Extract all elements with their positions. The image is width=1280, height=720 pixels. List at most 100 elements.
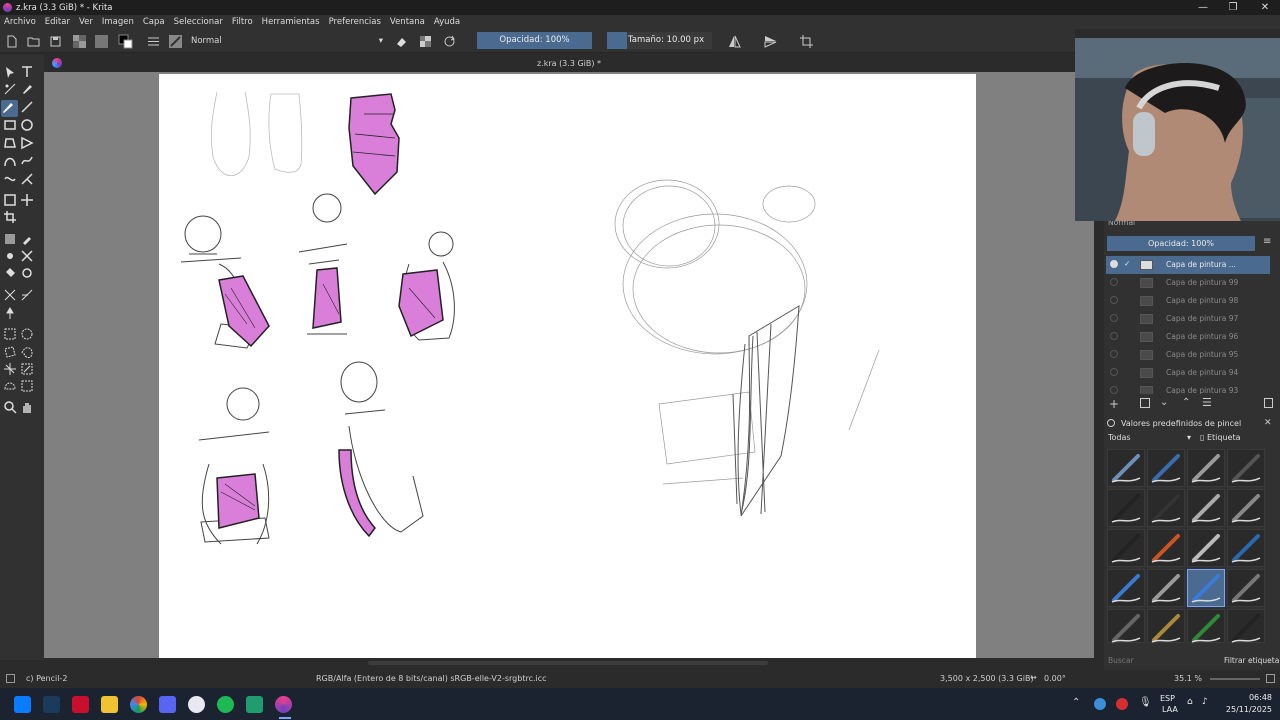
measure-tool-icon[interactable] [3, 288, 17, 302]
assistant-tool-icon[interactable] [20, 249, 34, 263]
brush-preset-thumbnail[interactable] [1227, 569, 1265, 607]
brush-preset-thumbnail[interactable] [1227, 449, 1265, 487]
alpha-lock-icon[interactable] [418, 34, 433, 49]
brush-preset-thumbnail[interactable] [1147, 609, 1185, 643]
move-layer-down-icon[interactable]: ⌄ [1160, 397, 1168, 408]
clock-time[interactable]: 06:48 [1222, 693, 1272, 702]
status-zoom[interactable]: 35.1 % [1174, 674, 1202, 683]
transform-tool-icon[interactable] [3, 193, 17, 207]
calligraphy-icon[interactable] [20, 82, 34, 96]
blend-mode-select[interactable]: Normal ▾ [187, 33, 387, 49]
polyline-tool-icon[interactable] [20, 136, 34, 150]
select-shapes-icon[interactable] [3, 65, 17, 79]
discord-icon[interactable] [159, 696, 176, 713]
layer-item[interactable]: Capa de pintura 98 [1106, 292, 1270, 310]
text-tool-icon[interactable] [20, 65, 34, 79]
size-slider[interactable]: Tamaño: 10.00 px [607, 32, 712, 49]
pan-tool-icon[interactable] [20, 400, 34, 414]
menu-preferencias[interactable]: Preferencias [329, 17, 381, 27]
check-icon[interactable]: ✓ [1124, 259, 1130, 268]
chrome-icon[interactable] [130, 696, 147, 713]
volume-icon[interactable]: ♪ [1202, 697, 1208, 707]
steam-icon[interactable] [43, 696, 60, 713]
menu-ver[interactable]: Ver [79, 17, 93, 27]
layer-item[interactable]: Capa de pintura 93 [1106, 382, 1270, 394]
eye-icon[interactable] [1110, 386, 1118, 394]
brush-preset-thumbnail[interactable] [1107, 489, 1145, 527]
layer-item[interactable]: Capa de pintura 97 [1106, 310, 1270, 328]
brush-preset-thumbnail[interactable] [1227, 609, 1265, 643]
status-brush[interactable]: c) Pencil-2 [26, 674, 67, 683]
brush-filter-select[interactable]: Todas ▾ [1108, 433, 1193, 445]
ellipse-select-icon[interactable] [20, 327, 34, 341]
multibrush-icon[interactable] [20, 172, 34, 186]
pin-tool-icon[interactable] [3, 306, 17, 320]
fill-tool-icon[interactable] [3, 266, 17, 280]
layer-item[interactable]: Capa de pintura 95 [1106, 346, 1270, 364]
brush-preset-thumbnail[interactable] [1107, 609, 1145, 643]
layer-item[interactable]: ✓ Capa de pintura ... [1106, 256, 1270, 274]
layer-item[interactable]: Capa de pintura 94 [1106, 364, 1270, 382]
mirror-horizontal-icon[interactable] [727, 34, 742, 49]
eye-icon[interactable] [1110, 368, 1118, 376]
menu-seleccionar[interactable]: Seleccionar [174, 17, 223, 27]
eye-icon[interactable] [1110, 350, 1118, 358]
polygon-tool-icon[interactable] [3, 136, 17, 150]
fit-icon[interactable] [1266, 674, 1275, 683]
brush-preset-thumbnail[interactable] [1187, 489, 1225, 527]
eye-icon[interactable] [1110, 296, 1118, 304]
rectangle-tool-icon[interactable] [3, 118, 17, 132]
document-tab[interactable]: z.kra (3.3 GiB) * [44, 55, 1094, 72]
line-tool-icon[interactable] [20, 100, 34, 114]
save-document-icon[interactable] [48, 34, 63, 49]
duplicate-layer-icon[interactable] [1140, 398, 1150, 408]
brush-preset-thumbnail[interactable] [1227, 529, 1265, 567]
status-color-space[interactable]: RGB/Alfa (Entero de 8 bits/canal) sRGB-e… [316, 674, 547, 683]
dynamic-brush-icon[interactable] [3, 172, 17, 186]
reference-tool-icon[interactable] [20, 288, 34, 302]
freehand-path-icon[interactable] [20, 154, 34, 168]
menu-filtro[interactable]: Filtro [232, 17, 253, 27]
move-layer-up-icon[interactable]: ⌃ [1182, 397, 1190, 408]
freehand-select-icon[interactable] [20, 345, 34, 359]
mirror-vertical-icon[interactable] [763, 34, 778, 49]
menu-ayuda[interactable]: Ayuda [434, 17, 460, 27]
menu-archivo[interactable]: Archivo [4, 17, 36, 27]
enclose-fill-icon[interactable] [20, 266, 34, 280]
contiguous-select-icon[interactable] [3, 362, 17, 376]
eraser-icon[interactable] [394, 34, 409, 49]
bezier-select-icon[interactable] [3, 379, 17, 393]
menu-imagen[interactable]: Imagen [102, 17, 134, 27]
layer-properties-icon[interactable]: ☰ [1202, 396, 1212, 409]
polygon-select-icon[interactable] [3, 345, 17, 359]
bezier-tool-icon[interactable] [3, 154, 17, 168]
minimize-button[interactable]: — [1188, 0, 1218, 15]
whatsapp-icon[interactable] [246, 696, 263, 713]
status-dimensions[interactable]: 3,500 x 2,500 (3.3 GiB) [940, 674, 1034, 683]
eye-icon[interactable] [1110, 278, 1118, 286]
eye-icon[interactable] [1110, 314, 1118, 322]
keyboard-layout[interactable]: LAA [1162, 705, 1178, 714]
file-explorer-icon[interactable] [101, 696, 118, 713]
brush-preset-icon[interactable] [168, 34, 183, 49]
microphone-icon[interactable]: 🎙 [1139, 697, 1152, 708]
brush-preset-thumbnail[interactable] [1147, 449, 1185, 487]
gradient-tool-icon[interactable] [3, 232, 17, 246]
drawing-canvas[interactable] [159, 74, 976, 658]
brush-preset-thumbnail[interactable] [1107, 529, 1145, 567]
similar-select-icon[interactable] [20, 362, 34, 376]
brush-preset-thumbnail[interactable] [1107, 449, 1145, 487]
brush-preset-thumbnail[interactable] [1147, 529, 1185, 567]
clock-date[interactable]: 25/11/2025 [1222, 705, 1272, 714]
capcut-icon[interactable] [72, 696, 89, 713]
eye-icon[interactable] [1110, 332, 1118, 340]
layer-item[interactable]: Capa de pintura 99 [1106, 274, 1270, 292]
smart-patch-icon[interactable] [3, 249, 17, 263]
filter-tag-button[interactable]: Filtrar etiqueta [1224, 656, 1279, 665]
rect-select-icon[interactable] [3, 327, 17, 341]
brush-preset-thumbnail[interactable] [1187, 609, 1225, 643]
tray-chevron-icon[interactable]: ⌃ [1072, 697, 1080, 708]
brush-preset-thumbnail[interactable] [1227, 489, 1265, 527]
open-document-icon[interactable] [26, 34, 41, 49]
brush-search-input[interactable]: Buscar [1108, 656, 1134, 665]
